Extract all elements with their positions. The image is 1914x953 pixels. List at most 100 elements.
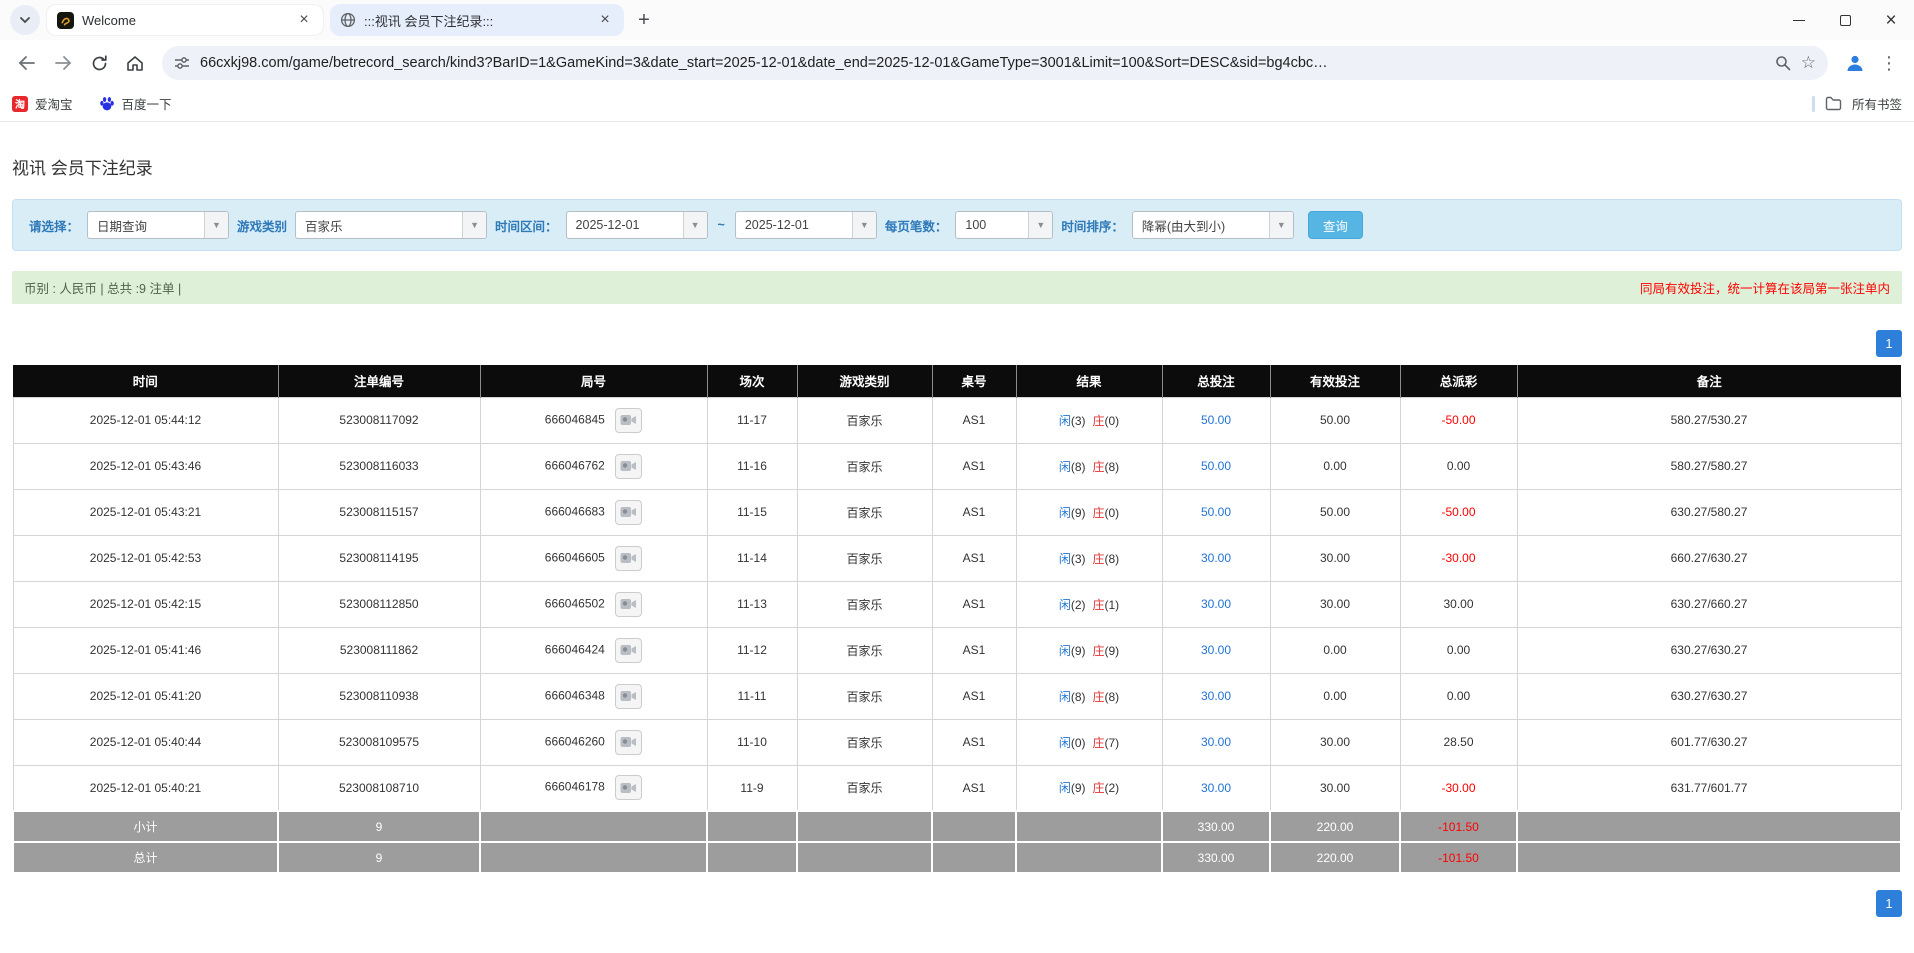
player-points: (9) xyxy=(1070,781,1086,796)
banker-points: (9) xyxy=(1104,643,1120,658)
total-bet-link[interactable]: 30.00 xyxy=(1201,643,1231,657)
cell-round-id: 666046762 xyxy=(479,442,708,490)
bookmark-taobao[interactable]: 淘 爱淘宝 xyxy=(12,94,73,113)
sort-select[interactable]: 降幂(由大到小) ▼ xyxy=(1131,211,1294,239)
total-cell xyxy=(479,841,708,874)
date-end-select[interactable]: 2025-12-01 ▼ xyxy=(734,211,877,239)
cell-table-no: AS1 xyxy=(931,672,1017,720)
banker-points: (0) xyxy=(1104,413,1120,428)
page-1-button[interactable]: 1 xyxy=(1876,890,1902,917)
total-bet-link[interactable]: 50.00 xyxy=(1201,459,1231,473)
cell-result: 闲(3) 庄(0) xyxy=(1015,396,1163,444)
banker-points: (8) xyxy=(1104,689,1120,704)
video-replay-button[interactable] xyxy=(615,591,643,617)
round-id: 666046605 xyxy=(544,550,605,565)
column-header: 场次 xyxy=(707,365,798,397)
date-start-select[interactable]: 2025-12-01 ▼ xyxy=(565,211,708,239)
cell-time: 2025-12-01 05:41:20 xyxy=(12,672,279,720)
total-bet-link[interactable]: 30.00 xyxy=(1201,781,1231,795)
cell-payout: 30.00 xyxy=(1399,580,1518,628)
chevron-down-icon[interactable]: ▼ xyxy=(1268,212,1293,238)
cell-remark: 630.27/660.27 xyxy=(1516,580,1902,628)
page-size-select[interactable]: 100 ▼ xyxy=(955,211,1054,239)
banker-points: (8) xyxy=(1104,459,1120,474)
cell-result: 闲(8) 庄(8) xyxy=(1015,442,1163,490)
tune-icon[interactable] xyxy=(174,55,190,71)
cell-valid-bet: 30.00 xyxy=(1269,534,1401,582)
cell-session: 11-13 xyxy=(706,580,798,628)
close-icon[interactable]: × xyxy=(1868,0,1914,40)
forward-icon[interactable] xyxy=(46,46,80,80)
cell-game-type: 百家乐 xyxy=(796,672,933,720)
chevron-down-icon[interactable]: ▼ xyxy=(462,212,487,238)
video-replay-icon xyxy=(620,691,637,701)
tab-welcome[interactable]: Welcome × xyxy=(46,4,324,36)
back-icon[interactable] xyxy=(10,46,44,80)
column-header: 备注 xyxy=(1517,365,1901,397)
home-icon[interactable] xyxy=(118,46,152,80)
reload-icon[interactable] xyxy=(82,46,116,80)
tab-search-button[interactable] xyxy=(10,5,40,35)
video-replay-button[interactable] xyxy=(615,729,643,755)
total-cell xyxy=(1516,841,1902,874)
tab-betrecord[interactable]: :::视讯 会员下注纪录::: × xyxy=(330,4,624,36)
close-tab-icon[interactable]: × xyxy=(596,11,614,29)
chevron-down-icon[interactable]: ▼ xyxy=(682,212,707,238)
video-replay-button[interactable] xyxy=(615,407,643,433)
video-replay-button[interactable] xyxy=(615,775,643,801)
new-tab-icon[interactable]: + xyxy=(630,6,658,34)
game-type-select[interactable]: 百家乐 ▼ xyxy=(295,211,488,239)
player-result: 闲 xyxy=(1058,643,1071,658)
taobao-icon: 淘 xyxy=(12,95,28,112)
total-bet-link[interactable]: 30.00 xyxy=(1201,735,1231,749)
total-row: 总计 9 330.00 220.00 -101.50 xyxy=(12,841,1902,874)
chevron-down-icon[interactable]: ▼ xyxy=(1028,212,1053,238)
close-tab-icon[interactable]: × xyxy=(295,11,313,29)
dragon-favicon-icon xyxy=(57,11,74,29)
maximize-icon[interactable] xyxy=(1822,0,1868,40)
cell-result: 闲(9) 庄(0) xyxy=(1015,488,1163,536)
bet-record-row: 2025-12-01 05:41:20 523008110938 666046348… xyxy=(12,672,1902,720)
cell-payout: -50.00 xyxy=(1399,488,1518,536)
total-cell: 330.00 xyxy=(1161,841,1271,874)
cell-bet-id: 523008110938 xyxy=(277,672,481,720)
video-replay-button[interactable] xyxy=(615,683,643,709)
cell-valid-bet: 0.00 xyxy=(1269,626,1401,674)
bookmark-baidu[interactable]: 百度一下 xyxy=(99,94,172,113)
bet-record-row: 2025-12-01 05:43:21 523008115157 666046683… xyxy=(12,488,1902,536)
pagination-top: 1 xyxy=(12,330,1902,357)
video-replay-button[interactable] xyxy=(615,499,643,525)
url-text[interactable]: 66cxkj98.com/game/betrecord_search/kind3… xyxy=(200,55,1765,71)
kebab-menu-icon[interactable]: ⋮ xyxy=(1874,53,1904,74)
total-bet-link[interactable]: 30.00 xyxy=(1201,551,1231,565)
total-bet-link[interactable]: 50.00 xyxy=(1201,505,1231,519)
search-button[interactable]: 查询 xyxy=(1307,211,1363,239)
zoom-icon[interactable] xyxy=(1775,55,1791,71)
video-replay-button[interactable] xyxy=(615,545,643,571)
subtotal-cell xyxy=(1516,810,1902,843)
video-replay-button[interactable] xyxy=(615,453,643,479)
bet-record-row: 2025-12-01 05:40:21 523008108710 666046178… xyxy=(12,764,1902,812)
cell-total-bet: 30.00 xyxy=(1161,534,1271,582)
chevron-down-icon[interactable]: ▼ xyxy=(204,212,229,238)
game-type-label: 游戏类别 xyxy=(237,219,288,234)
cell-session: 11-15 xyxy=(706,488,798,536)
chevron-down-icon[interactable]: ▼ xyxy=(851,212,876,238)
profile-icon[interactable] xyxy=(1838,46,1872,80)
tab-title: :::视讯 会员下注纪录::: xyxy=(364,13,494,29)
bet-table-body: 2025-12-01 05:44:12 523008117092 666046845… xyxy=(12,396,1902,812)
total-bet-link[interactable]: 50.00 xyxy=(1201,413,1231,427)
all-bookmarks[interactable]: 所有书签 xyxy=(1811,94,1902,113)
page-1-button[interactable]: 1 xyxy=(1876,330,1902,357)
subtotal-cell xyxy=(479,810,708,843)
minimize-icon[interactable] xyxy=(1776,0,1822,40)
query-type-select[interactable]: 日期查询 ▼ xyxy=(87,211,230,239)
video-replay-button[interactable] xyxy=(615,637,643,663)
total-bet-link[interactable]: 30.00 xyxy=(1201,689,1231,703)
cell-time: 2025-12-01 05:40:21 xyxy=(12,764,279,812)
total-bet-link[interactable]: 30.00 xyxy=(1201,597,1231,611)
window-controls: × xyxy=(1776,0,1914,40)
cell-remark: 630.27/630.27 xyxy=(1516,626,1902,674)
address-bar[interactable]: 66cxkj98.com/game/betrecord_search/kind3… xyxy=(162,46,1828,80)
star-icon[interactable]: ☆ xyxy=(1801,53,1816,73)
